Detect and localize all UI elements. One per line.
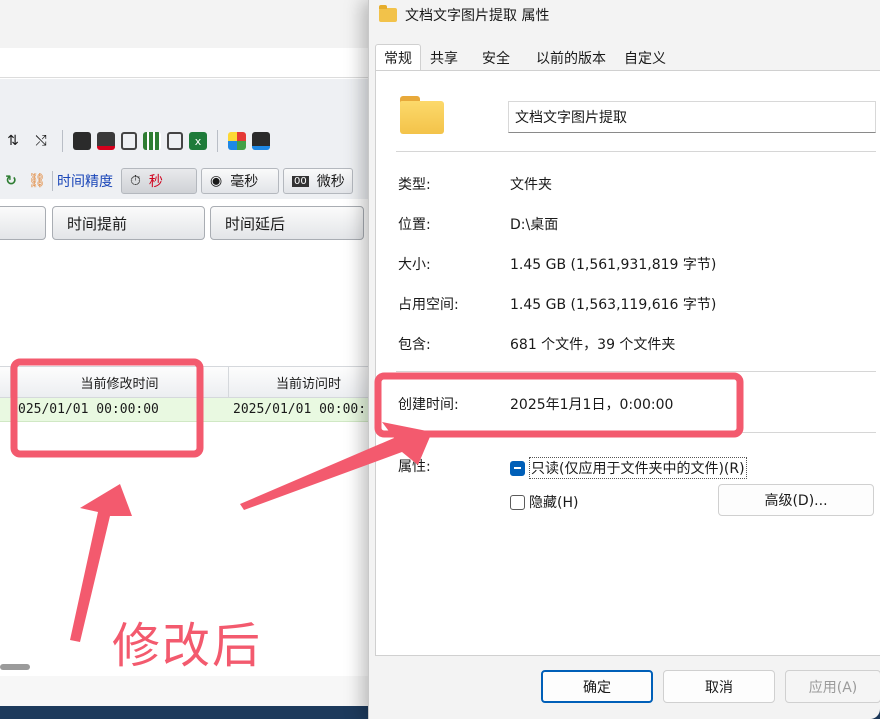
toolbar-separator [62, 130, 63, 152]
color-grid-icon[interactable] [228, 132, 246, 150]
readonly-checkbox[interactable]: 只读(仅应用于文件夹中的文件)(R) [510, 457, 747, 479]
column-header-accessed[interactable]: 当前访问时 [228, 367, 372, 397]
tab-customize[interactable]: 自定义 [615, 44, 675, 70]
general-panel: 文档文字图片提取 类型: 文件夹 位置: D:\桌面 大小: 1.45 GB (… [375, 70, 880, 656]
cell-accessed-time: 2025/01/01 00:00: [233, 402, 367, 417]
dialog-titlebar[interactable]: 文档文字图片提取 属性 [369, 0, 880, 30]
stopwatch-icon: ⏱ [130, 173, 141, 189]
partial-button[interactable] [0, 206, 46, 240]
time-delay-button[interactable]: 时间延后 [210, 206, 364, 240]
type-label: 类型: [398, 177, 431, 193]
size-value: 1.45 GB (1,561,931,819 字节) [510, 257, 717, 273]
save-clock-icon[interactable] [252, 132, 270, 150]
disk-size-value: 1.45 GB (1,563,119,616 字节) [510, 297, 717, 313]
refresh-icon[interactable]: ↻ [0, 170, 22, 192]
link-icon[interactable]: ⛓ [26, 170, 48, 192]
column-header-modified[interactable]: 当前修改时间 [10, 367, 228, 397]
readonly-label: 只读(仅应用于文件夹中的文件)(R) [529, 457, 747, 479]
status-area [0, 676, 372, 706]
dialog-title: 文档文字图片提取 属性 [405, 8, 550, 24]
grid-header: 当前修改时间 当前访问时 [0, 366, 372, 398]
contains-label: 包含: [398, 337, 431, 353]
table-row[interactable]: 025/01/01 00:00:00 2025/01/01 00:00: [0, 398, 372, 422]
checkbox-indeterminate-icon [510, 460, 525, 476]
toolbar-separator [217, 130, 218, 152]
microseconds-button[interactable]: 00 微秒 [283, 168, 353, 194]
disk-size-label: 占用空间: [398, 297, 459, 313]
seconds-button[interactable]: ⏱ 秒 [121, 168, 197, 194]
attributes-label: 属性: [398, 459, 431, 475]
sort-icon[interactable]: ⇅ [2, 130, 24, 152]
folder-icon [379, 5, 397, 22]
cell-modified-time: 025/01/01 00:00:00 [18, 402, 159, 417]
hidden-checkbox[interactable]: 隐藏(H) [510, 492, 578, 512]
properties-dialog: 文档文字图片提取 属性 常规 共享 安全 以前的版本 自定义 文档文字图片提取 … [368, 0, 880, 719]
annotation-label: 修改后 [112, 618, 263, 674]
apply-button[interactable]: 应用(A) [785, 670, 880, 703]
advanced-button[interactable]: 高级(D)... [718, 484, 874, 516]
microseconds-label: 微秒 [316, 174, 345, 190]
size-label: 大小: [398, 257, 431, 273]
tab-security[interactable]: 安全 [473, 44, 527, 70]
toolbar-row-icons: ⇅ ⤭ x [0, 124, 372, 158]
digital-clock-icon: 00 [292, 175, 309, 187]
divider [396, 432, 876, 433]
seconds-label: 秒 [148, 174, 163, 190]
large-folder-icon [400, 96, 444, 134]
document-export-icon[interactable] [121, 132, 137, 150]
app-menu-area [0, 48, 372, 78]
dial-icon: ◉ [210, 173, 223, 189]
cancel-button[interactable]: 取消 [663, 670, 775, 703]
document-copy-icon[interactable] [167, 132, 183, 150]
tab-general[interactable]: 常规 [375, 44, 421, 70]
excel-icon[interactable]: x [189, 132, 207, 150]
milliseconds-label: 毫秒 [230, 174, 259, 190]
background-app-window: ⇅ ⤭ x ↻ ⛓ 时间精度 ⏱ 秒 ◉ 毫秒 00 微秒 时间提前 时间延后 [0, 0, 372, 706]
app-title-area [0, 0, 372, 48]
divider [396, 151, 876, 152]
folder-name-input[interactable]: 文档文字图片提取 [508, 101, 876, 133]
created-label: 创建时间: [398, 397, 459, 413]
toolbar-row-precision: ↻ ⛓ 时间精度 ⏱ 秒 ◉ 毫秒 00 微秒 [0, 166, 372, 196]
checkbox-empty-icon [510, 494, 525, 510]
ok-button[interactable]: 确定 [541, 670, 653, 703]
grid-delete-icon[interactable] [143, 132, 161, 150]
time-advance-button[interactable]: 时间提前 [52, 206, 205, 240]
horizontal-scrollbar[interactable] [0, 664, 30, 670]
location-label: 位置: [398, 217, 431, 233]
save-icon[interactable] [73, 132, 91, 150]
tab-bar: 常规 共享 安全 以前的版本 自定义 [375, 44, 675, 70]
time-shift-buttons: 时间提前 时间延后 [0, 206, 372, 242]
created-value: 2025年1月1日，0:00:00 [510, 397, 674, 413]
type-value: 文件夹 [510, 177, 552, 193]
contains-value: 681 个文件，39 个文件夹 [510, 337, 676, 353]
hidden-label: 隐藏(H) [529, 495, 579, 511]
precision-label: 时间精度 [52, 171, 117, 191]
tab-previous-versions[interactable]: 以前的版本 [527, 44, 615, 70]
tab-sharing[interactable]: 共享 [421, 44, 473, 70]
milliseconds-button[interactable]: ◉ 毫秒 [201, 168, 279, 194]
divider [396, 371, 876, 372]
shuffle-icon[interactable]: ⤭ [30, 130, 52, 152]
location-value: D:\桌面 [510, 217, 559, 233]
save-red-icon[interactable] [97, 132, 115, 150]
